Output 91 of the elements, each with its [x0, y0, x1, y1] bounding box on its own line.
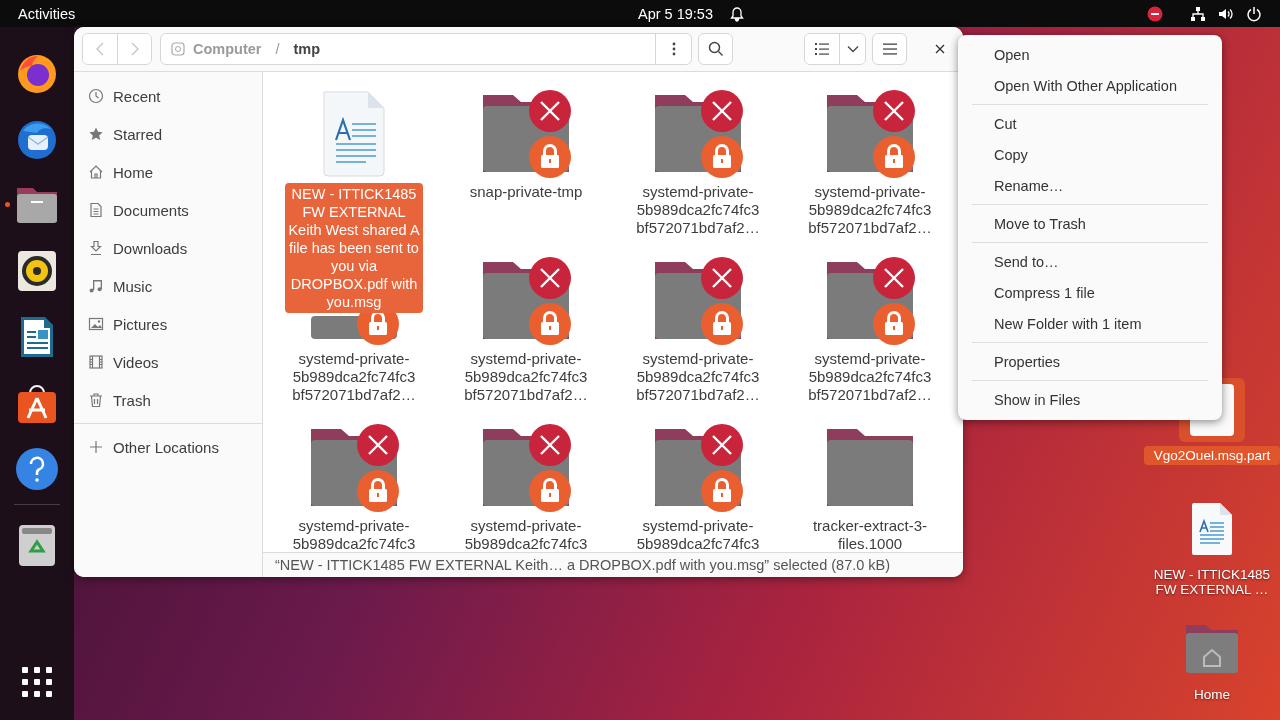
trash-icon — [88, 392, 104, 408]
sidebar-item[interactable]: Downloads — [74, 229, 262, 267]
menu-icon — [882, 43, 897, 55]
x-circle-icon — [701, 424, 743, 466]
clock[interactable]: Apr 5 19:53 — [638, 5, 713, 22]
lock-icon — [873, 136, 915, 178]
vertical-dots-icon — [671, 42, 676, 56]
menu-item[interactable]: Move to Trash — [972, 208, 1208, 239]
status-bar: “NEW - ITTICK1485 FW EXTERNAL Keith… a DROPBOX.pdf with you.msg” selected (87.0 kB) — [263, 552, 963, 577]
speaker-icon[interactable] — [15, 249, 59, 293]
film-icon — [88, 354, 104, 370]
desktop-file-label: NEW - ITTICK1485 FW EXTERNAL … — [1152, 566, 1272, 599]
lock-icon — [529, 136, 571, 178]
menu-item[interactable]: Send to… — [972, 246, 1208, 277]
menu-item[interactable]: Open — [972, 39, 1208, 70]
sidebar-item[interactable]: Other Locations — [74, 428, 262, 466]
chevron-right-icon — [130, 42, 139, 56]
sidebar-item[interactable]: Home — [74, 153, 262, 191]
file-name[interactable]: systemd-private-5b989dca2fc74fc3bf572071bd7af2… — [287, 350, 421, 404]
x-circle-icon — [873, 90, 915, 132]
lock-icon — [873, 303, 915, 345]
menu-item[interactable]: Cut — [972, 108, 1208, 139]
sidebar-item[interactable]: Music — [74, 267, 262, 305]
path-segment[interactable]: tmp — [293, 41, 321, 57]
file-name[interactable]: systemd-private-5b989dca2fc74fc3bf572071bd7af2… — [803, 350, 937, 404]
running-indicator — [5, 202, 10, 207]
app-grid-icon[interactable] — [21, 666, 53, 698]
menu-item[interactable]: Copy — [972, 139, 1208, 170]
power-icon[interactable] — [1246, 5, 1262, 22]
search-icon — [707, 41, 724, 57]
menu-item[interactable]: Properties — [972, 346, 1208, 377]
lock-icon — [529, 303, 571, 345]
file-name[interactable]: systemd-private-5b989dca2fc74fc3 — [459, 517, 593, 553]
menu-item[interactable]: Compress 1 file — [972, 277, 1208, 308]
stop-icon[interactable] — [1147, 5, 1163, 22]
picture-icon — [88, 316, 104, 332]
clock-icon — [88, 88, 104, 104]
x-circle-icon — [357, 424, 399, 466]
close-icon — [935, 44, 945, 54]
lock-icon — [701, 136, 743, 178]
x-circle-icon — [701, 90, 743, 132]
file-name[interactable]: systemd-private-5b989dca2fc74fc3 — [631, 517, 765, 553]
file-name[interactable]: systemd-private-5b989dca2fc74fc3 — [287, 517, 421, 553]
file-name[interactable]: systemd-private-5b989dca2fc74fc3bf572071bd7af2… — [631, 183, 765, 237]
caret-icon — [846, 45, 859, 53]
music-note-icon — [88, 278, 104, 294]
view-options-button[interactable] — [839, 34, 865, 64]
x-circle-icon — [529, 257, 571, 299]
menu-button[interactable] — [872, 33, 907, 65]
desktop-file-label: Home — [1193, 686, 1231, 704]
sidebar-item[interactable]: Recent — [74, 77, 262, 115]
plus-icon — [88, 439, 104, 455]
menu-item[interactable]: New Folder with 1 item — [972, 308, 1208, 339]
document-icon — [88, 202, 104, 218]
file-name[interactable]: systemd-private-5b989dca2fc74fc3bf572071bd7af2… — [459, 350, 593, 404]
lock-icon — [701, 470, 743, 512]
network-icon[interactable] — [1190, 5, 1206, 22]
sidebar-item[interactable]: Documents — [74, 191, 262, 229]
x-circle-icon — [529, 90, 571, 132]
sidebar-item[interactable]: Videos — [74, 343, 262, 381]
sidebar-item[interactable]: Trash — [74, 381, 262, 419]
menu-item[interactable]: Rename… — [972, 170, 1208, 201]
file-name[interactable]: snap-private-tmp — [459, 183, 593, 201]
search-button[interactable] — [698, 33, 733, 65]
home-icon — [88, 164, 104, 180]
lock-icon — [701, 303, 743, 345]
download-icon — [88, 240, 104, 256]
file-name[interactable]: systemd-private-5b989dca2fc74fc3bf572071bd7af2… — [631, 350, 765, 404]
chevron-left-icon — [96, 42, 104, 56]
sidebar-item[interactable]: Pictures — [74, 305, 262, 343]
home-folder-icon — [1184, 623, 1240, 675]
list-view-button[interactable] — [805, 34, 839, 64]
sidebar-item[interactable]: Starred — [74, 115, 262, 153]
list-icon — [815, 43, 829, 55]
folder-icon[interactable] — [827, 429, 913, 506]
menu-item[interactable]: Show in Files — [972, 384, 1208, 415]
bell-icon[interactable] — [729, 5, 745, 22]
menu-item[interactable]: Open With Other Application — [972, 70, 1208, 101]
activities-button[interactable]: Activities — [18, 5, 76, 22]
file-name[interactable]: systemd-private-5b989dca2fc74fc3bf572071bd7af2… — [803, 183, 937, 237]
file-name[interactable]: tracker-extract-3-files.1000 — [803, 517, 937, 553]
path-bar[interactable]: Computer / tmp — [160, 33, 692, 65]
lock-icon — [529, 470, 571, 512]
x-circle-icon — [873, 257, 915, 299]
star-icon — [88, 126, 104, 142]
desktop-file-label: Vgo2Ouel.msg.part — [1144, 446, 1280, 465]
x-circle-icon — [529, 424, 571, 466]
x-circle-icon — [701, 257, 743, 299]
path-separator: / — [275, 41, 280, 57]
lock-icon — [357, 470, 399, 512]
help-icon[interactable] — [15, 447, 59, 491]
